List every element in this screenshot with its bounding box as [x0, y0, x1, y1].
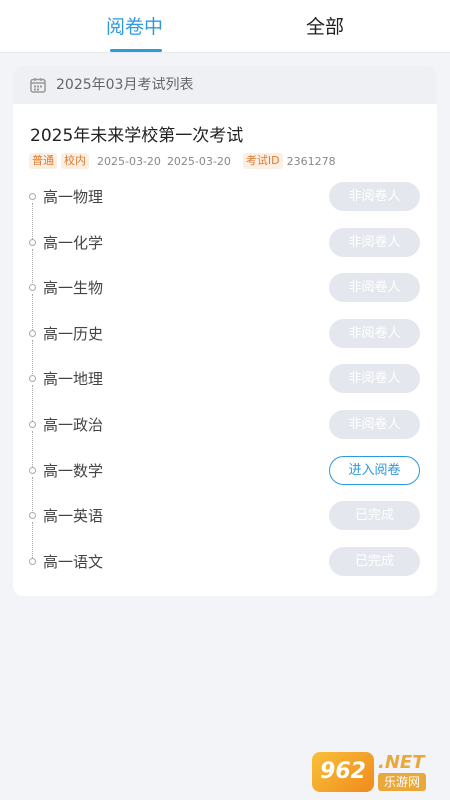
subject-row: 高一历史 非阅卷人 — [13, 312, 437, 376]
subject-name: 高一地理 — [43, 370, 104, 389]
subject-status-button: 已完成 — [329, 546, 420, 576]
subject-row: 高一英语 已完成 — [13, 494, 437, 559]
timeline-dot — [29, 238, 36, 246]
list-header: 2025年03月考试列表 — [13, 66, 437, 104]
subject-row: 高一化学 非阅卷人 — [13, 221, 437, 285]
watermark-logo: 962 — [312, 752, 374, 792]
exam-card: 2025年03月考试列表 2025年未来学校第一次考试 普通 校内 2025-0… — [13, 66, 437, 596]
tag-scope: 校内 — [61, 153, 89, 169]
subject-status-button: 非阅卷人 — [329, 364, 420, 394]
subject-status-button: 已完成 — [329, 501, 420, 531]
active-tab-indicator — [110, 49, 162, 52]
timeline-dot — [29, 420, 36, 428]
subject-name: 高一政治 — [43, 415, 104, 434]
subject-status-button: 非阅卷人 — [329, 409, 420, 439]
watermark: 962 .NET 乐游网 — [312, 750, 444, 794]
exam-id-label: 考试ID — [242, 153, 283, 169]
timeline-dot — [29, 329, 36, 337]
timeline-dot — [29, 466, 36, 474]
watermark-net: .NET — [378, 752, 425, 773]
subject-name: 高一历史 — [43, 324, 104, 343]
subject-list: 高一物理 非阅卷人 高一化学 非阅卷人 高一生物 非阅卷人 高一历史 非阅卷人 高一地理 非阅卷人… — [13, 175, 437, 585]
enter-grading-button[interactable]: 进入阅卷 — [329, 455, 420, 485]
calendar-icon — [30, 78, 46, 93]
subject-row: 高一语文 已完成 — [13, 540, 437, 586]
exam-id-value: 2361278 — [286, 154, 336, 168]
subject-row: 高一数学 进入阅卷 — [13, 449, 437, 513]
tab-all[interactable]: 全部 — [306, 14, 344, 40]
subject-row: 高一生物 非阅卷人 — [13, 266, 437, 331]
timeline-dot — [29, 375, 36, 383]
subject-row: 高一政治 非阅卷人 — [13, 403, 437, 467]
period-label: 2025年03月考试列表 — [56, 77, 194, 93]
timeline-dot — [29, 512, 36, 520]
tab-grading[interactable]: 阅卷中 — [106, 14, 163, 40]
timeline-dot — [29, 284, 36, 292]
end-date: 2025-03-20 — [166, 154, 231, 168]
subject-name: 高一物理 — [43, 188, 104, 206]
subject-status-button: 非阅卷人 — [329, 227, 420, 257]
subject-name: 高一生物 — [43, 279, 104, 298]
subject-status-button: 非阅卷人 — [329, 273, 420, 303]
timeline-dot — [29, 557, 36, 565]
exam-title[interactable]: 2025年未来学校第一次考试 — [30, 125, 243, 147]
subject-name: 高一语文 — [43, 552, 104, 571]
subject-status-button: 非阅卷人 — [329, 318, 420, 348]
subject-name: 高一英语 — [43, 507, 104, 526]
exam-meta: 普通 校内 2025-03-20 2025-03-20 考试ID 2361278 — [29, 152, 336, 170]
start-date: 2025-03-20 — [97, 154, 161, 168]
watermark-name: 乐游网 — [378, 773, 427, 791]
subject-name: 高一化学 — [43, 233, 104, 252]
subject-name: 高一数学 — [43, 461, 104, 480]
subject-row: 高一物理 非阅卷人 — [13, 175, 437, 239]
tab-bar: 阅卷中 全部 — [0, 0, 450, 53]
subject-row: 高一地理 非阅卷人 — [13, 357, 437, 422]
subject-status-button: 非阅卷人 — [329, 182, 420, 211]
tag-type: 普通 — [29, 153, 57, 169]
timeline-dot — [29, 193, 36, 200]
